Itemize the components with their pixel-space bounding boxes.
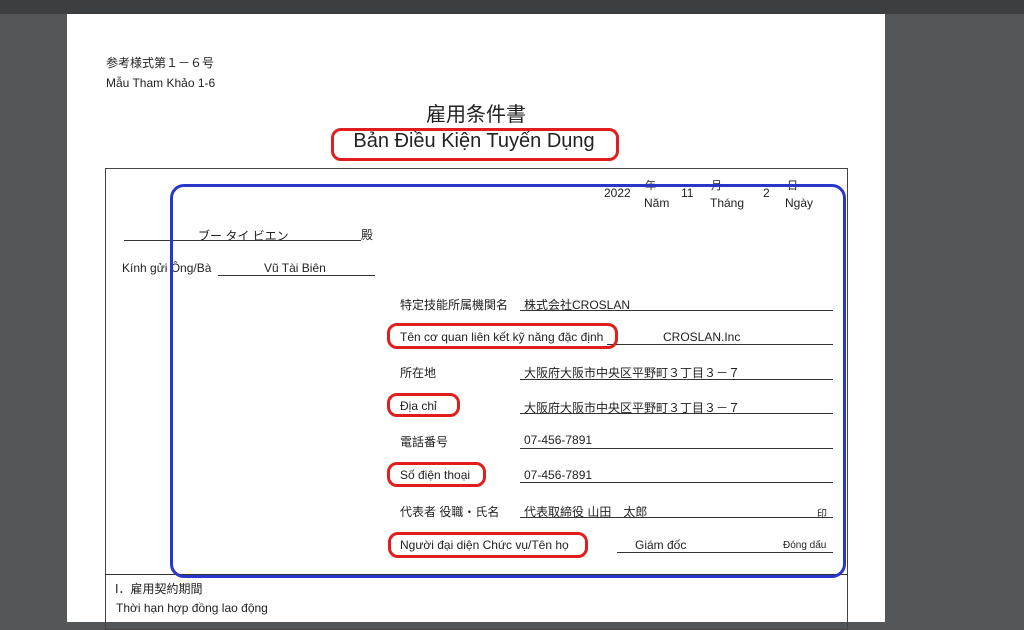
employer-block-highlight [170,184,846,578]
section1-heading-vi: Thời hạn hợp đồng lao động [116,601,268,615]
viewer-toolbar [0,0,1024,14]
title-highlight [331,128,619,161]
title-jp: 雇用条件書 [426,104,526,126]
form-number-jp: 参考様式第１－６号 [106,56,215,70]
form-number-vi: Mẫu Tham Khảo 1-6 [106,76,216,90]
document-page: 参考様式第１－６号 Mẫu Tham Khảo 1-6 雇用条件書 Bản Đi… [67,14,885,630]
section1-heading-jp: Ⅰ．雇用契約期間 [115,582,203,596]
